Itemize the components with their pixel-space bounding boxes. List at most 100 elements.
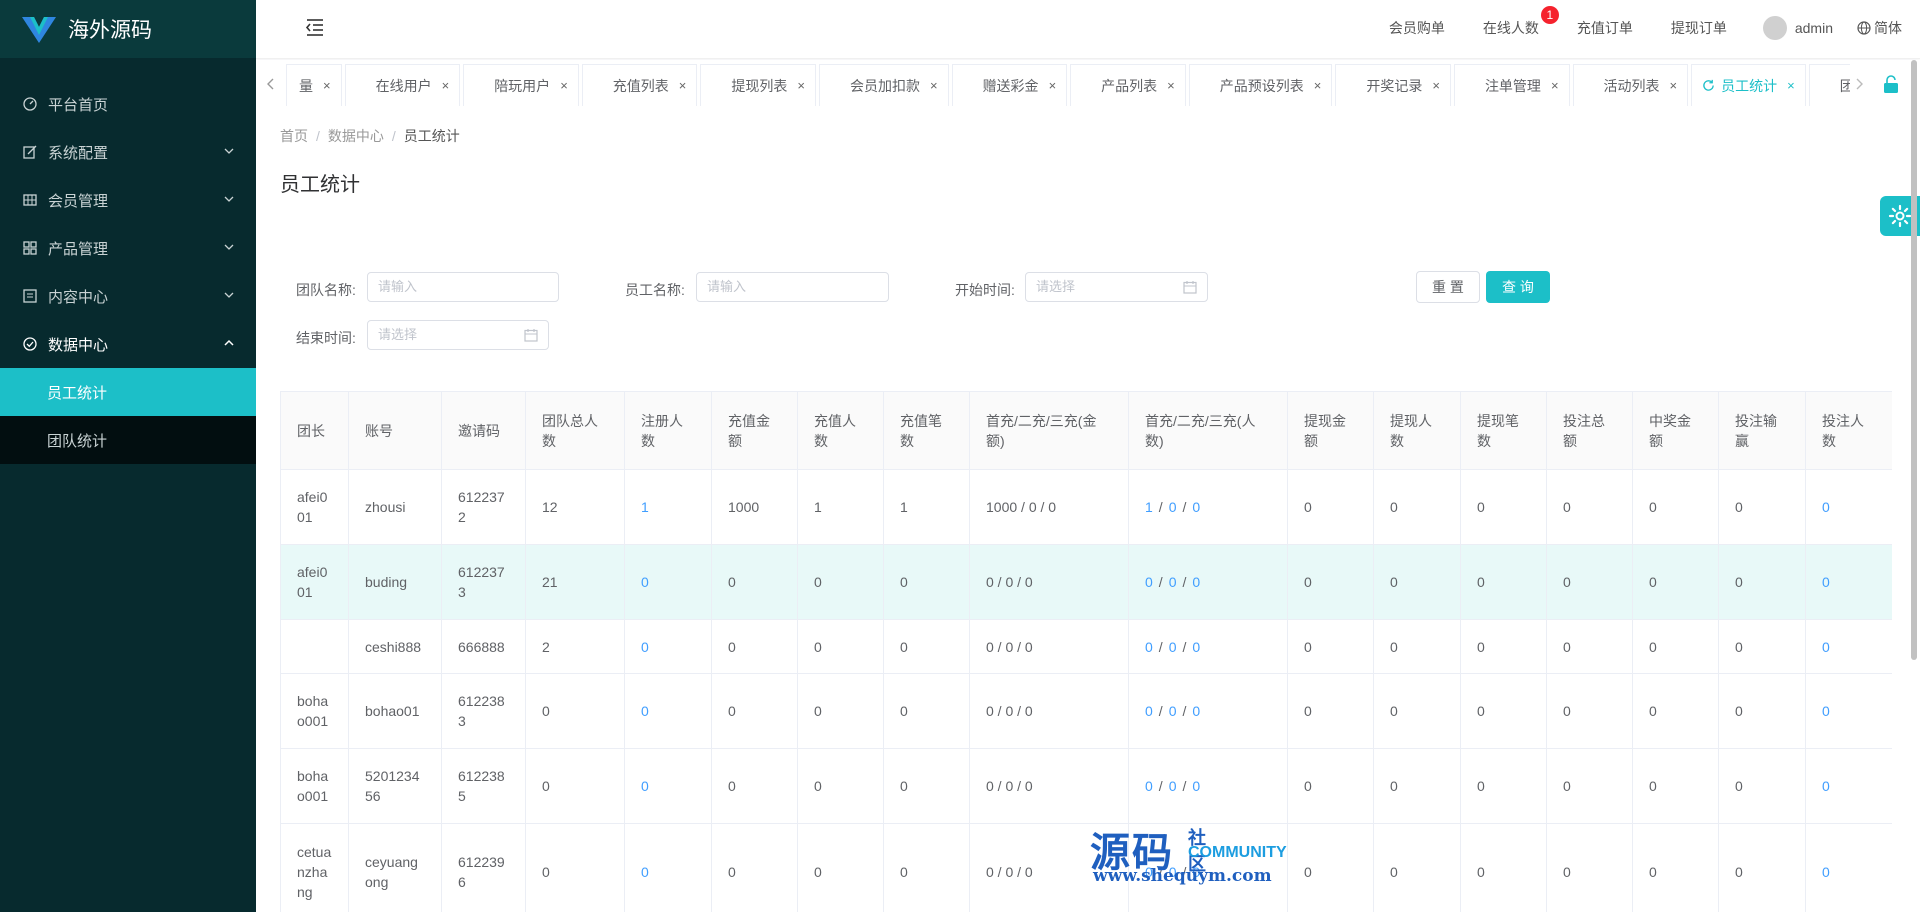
registered-link[interactable]: 1 bbox=[641, 499, 649, 515]
tab-11[interactable]: 活动列表 × bbox=[1572, 64, 1689, 106]
sidebar-subitem-team-stats[interactable]: 团队统计 bbox=[0, 416, 256, 464]
close-icon[interactable]: × bbox=[323, 78, 331, 93]
column-header[interactable]: 提现金额 bbox=[1287, 391, 1374, 470]
first-recharge-users-link[interactable]: 0 bbox=[1192, 499, 1200, 515]
bet-users-link[interactable]: 0 bbox=[1822, 864, 1830, 880]
column-header[interactable]: 提现笔数 bbox=[1460, 391, 1547, 470]
table-row[interactable]: bohao001 520123456 6122385 0 0 0 0 0 0 / 0 / 0 0/… bbox=[280, 748, 1892, 824]
refresh-icon[interactable] bbox=[1702, 79, 1715, 92]
first-recharge-users-link[interactable]: 0 bbox=[1192, 639, 1200, 655]
sidebar-subitem-staff-stats[interactable]: 员工统计 bbox=[0, 368, 256, 416]
first-recharge-users-link[interactable]: 0 bbox=[1192, 778, 1200, 794]
registered-link[interactable]: 0 bbox=[641, 574, 649, 590]
bet-users-link[interactable]: 0 bbox=[1822, 639, 1830, 655]
tab-0[interactable]: 量 × bbox=[286, 64, 342, 106]
tab-2[interactable]: 陪玩用户 × bbox=[463, 64, 579, 106]
sidebar-item-data-center[interactable]: 数据中心 bbox=[0, 320, 256, 368]
online-users-link[interactable]: 在线人数 1 bbox=[1483, 6, 1559, 38]
column-header[interactable]: 中奖金额 bbox=[1632, 391, 1719, 470]
table-row[interactable]: afei001 buding 6122373 21 0 0 0 0 0 / 0 / 0 0/0/0… bbox=[280, 544, 1892, 620]
registered-link[interactable]: 0 bbox=[641, 639, 649, 655]
column-header[interactable]: 团队总人数 bbox=[525, 391, 625, 470]
tab-8[interactable]: 产品预设列表 × bbox=[1188, 64, 1333, 106]
staff-name-input[interactable]: 请输入 bbox=[696, 272, 889, 302]
first-recharge-users-link[interactable]: 0 bbox=[1169, 703, 1177, 719]
close-icon[interactable]: × bbox=[1049, 78, 1057, 93]
team-name-input[interactable]: 请输入 bbox=[367, 272, 559, 302]
first-recharge-users-link[interactable]: 0 bbox=[1169, 574, 1177, 590]
tab-7[interactable]: 产品列表 × bbox=[1070, 64, 1186, 106]
close-icon[interactable]: × bbox=[1670, 78, 1678, 93]
tab-5[interactable]: 会员加扣款 × bbox=[818, 64, 949, 106]
close-icon[interactable]: × bbox=[1432, 78, 1440, 93]
column-header[interactable]: 首充/二充/三充(金额) bbox=[969, 391, 1129, 470]
close-icon[interactable]: × bbox=[1551, 78, 1559, 93]
column-header[interactable]: 团长 bbox=[280, 391, 349, 470]
user-name[interactable]: admin bbox=[1795, 20, 1833, 36]
table-row[interactable]: bohao001 bohao01 6122383 0 0 0 0 0 0 / 0 / 0 0/0/… bbox=[280, 673, 1892, 749]
close-icon[interactable]: × bbox=[1314, 78, 1322, 93]
sidebar-item-system-config[interactable]: 系统配置 bbox=[0, 128, 256, 176]
registered-link[interactable]: 0 bbox=[641, 778, 649, 794]
tab-12[interactable]: 员工统计 × bbox=[1691, 64, 1806, 106]
tabs-scroll-left[interactable] bbox=[260, 60, 282, 108]
first-recharge-users-link[interactable]: 0 bbox=[1145, 574, 1153, 590]
language-switch[interactable]: 简体 bbox=[1857, 18, 1902, 38]
start-time-picker[interactable]: 请选择 bbox=[1025, 272, 1208, 302]
registered-link[interactable]: 0 bbox=[641, 864, 649, 880]
logo[interactable]: 海外源码 bbox=[0, 0, 256, 58]
close-icon[interactable]: × bbox=[1787, 78, 1795, 93]
first-recharge-users-link[interactable]: 0 bbox=[1145, 778, 1153, 794]
column-header[interactable]: 充值人数 bbox=[797, 391, 884, 470]
column-header[interactable]: 投注总额 bbox=[1546, 391, 1633, 470]
table-row[interactable]: ceshi888 666888 2 0 0 0 0 0 / 0 / 0 0/0/0 0 0 0 0 0 0 0 bbox=[280, 619, 1892, 674]
column-header[interactable]: 提现人数 bbox=[1373, 391, 1461, 470]
page-scrollbar[interactable] bbox=[1911, 60, 1917, 660]
withdraw-orders-link[interactable]: 提现订单 bbox=[1671, 18, 1727, 38]
breadcrumb-home[interactable]: 首页 bbox=[280, 128, 308, 144]
first-recharge-users-link[interactable]: 0 bbox=[1169, 499, 1177, 515]
bet-users-link[interactable]: 0 bbox=[1822, 499, 1830, 515]
column-header[interactable]: 注册人数 bbox=[624, 391, 712, 470]
menu-fold-icon[interactable] bbox=[304, 16, 326, 38]
tab-13[interactable]: 团队统计× bbox=[1808, 64, 1850, 106]
close-icon[interactable]: × bbox=[1167, 78, 1175, 93]
sidebar-item-dashboard[interactable]: 平台首页 bbox=[0, 80, 256, 128]
first-recharge-users-link[interactable]: 1 bbox=[1145, 499, 1153, 515]
first-recharge-users-link[interactable]: 0 bbox=[1145, 639, 1153, 655]
table-row[interactable]: afei001 zhousi 6122372 12 1 1000 1 1 1000 / 0 / … bbox=[280, 469, 1892, 545]
query-button[interactable]: 查 询 bbox=[1486, 271, 1550, 303]
lock-icon[interactable] bbox=[1882, 74, 1900, 94]
tab-10[interactable]: 注单管理 × bbox=[1453, 64, 1570, 106]
tab-6[interactable]: 赠送彩金 × bbox=[951, 64, 1068, 106]
bet-users-link[interactable]: 0 bbox=[1822, 778, 1830, 794]
column-header[interactable]: 邀请码 bbox=[441, 391, 526, 470]
column-header[interactable]: 投注人数 bbox=[1805, 391, 1892, 470]
table-row[interactable]: cetuanzhang ceyuangong 6122396 0 0 0 0 0 0 / 0 /… bbox=[280, 823, 1892, 912]
member-orders-link[interactable]: 会员购单 bbox=[1389, 18, 1445, 38]
avatar[interactable] bbox=[1762, 16, 1787, 40]
column-header[interactable]: 充值金额 bbox=[711, 391, 798, 470]
recharge-orders-link[interactable]: 充值订单 bbox=[1577, 18, 1633, 38]
close-icon[interactable]: × bbox=[560, 78, 568, 93]
first-recharge-users-link[interactable]: 0 bbox=[1192, 574, 1200, 590]
close-icon[interactable]: × bbox=[930, 78, 938, 93]
column-header[interactable]: 投注输赢 bbox=[1718, 391, 1806, 470]
tab-3[interactable]: 充值列表 × bbox=[581, 64, 698, 106]
breadcrumb-section[interactable]: 数据中心 bbox=[328, 128, 384, 144]
sidebar-item-content[interactable]: 内容中心 bbox=[0, 272, 256, 320]
end-time-picker[interactable]: 请选择 bbox=[367, 320, 549, 350]
column-header[interactable]: 充值笔数 bbox=[883, 391, 970, 470]
tab-9[interactable]: 开奖记录 × bbox=[1335, 64, 1451, 106]
registered-link[interactable]: 0 bbox=[641, 703, 649, 719]
column-header[interactable]: 首充/二充/三充(人数) bbox=[1128, 391, 1288, 470]
bet-users-link[interactable]: 0 bbox=[1822, 574, 1830, 590]
tabs-scroll-right[interactable] bbox=[1848, 60, 1870, 108]
bet-users-link[interactable]: 0 bbox=[1822, 703, 1830, 719]
tab-4[interactable]: 提现列表 × bbox=[700, 64, 816, 106]
first-recharge-users-link[interactable]: 0 bbox=[1169, 778, 1177, 794]
column-header[interactable]: 账号 bbox=[348, 391, 442, 470]
first-recharge-users-link[interactable]: 0 bbox=[1192, 703, 1200, 719]
first-recharge-users-link[interactable]: 0 bbox=[1169, 639, 1177, 655]
reset-button[interactable]: 重 置 bbox=[1416, 271, 1480, 303]
